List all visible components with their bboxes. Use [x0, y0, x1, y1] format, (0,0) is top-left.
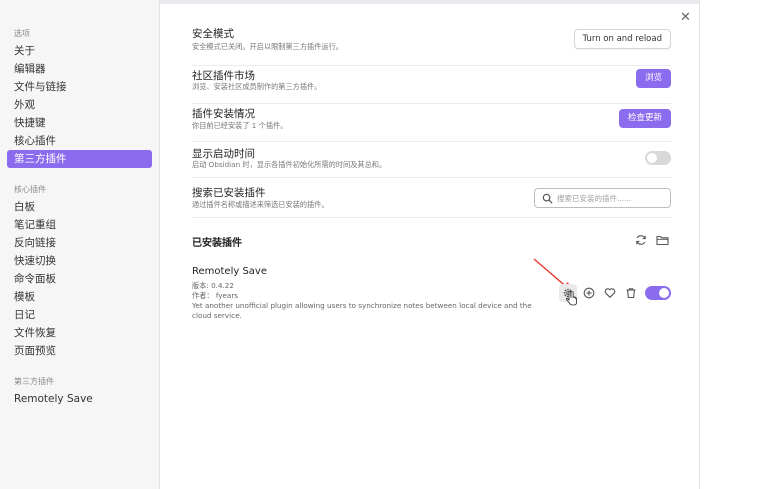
setting-search-installed: 搜索已安装插件 通过插件名称或描述来筛选已安装的插件。: [192, 178, 671, 218]
setting-name: 安全模式: [192, 28, 234, 40]
setting-desc: 启动 Obsidian 时，显示各插件初始化所需的时间及其总和。: [192, 160, 387, 169]
sidebar-item-community-plugins[interactable]: 第三方插件: [7, 150, 152, 168]
plugin-author: 作者： fyears: [192, 291, 239, 300]
plugin-enable-toggle[interactable]: [645, 286, 671, 300]
setting-desc: 你目前已经安装了 1 个插件。: [192, 121, 288, 130]
sidebar-item-templates[interactable]: 模板: [7, 288, 152, 306]
sidebar-item-canvas[interactable]: 白板: [7, 198, 152, 216]
settings-sidebar: 选项 关于 编辑器 文件与链接 外观 快捷键 核心插件 第三方插件 核心插件 白…: [0, 0, 160, 489]
setting-installed: 插件安装情况 你目前已经安装了 1 个插件。 检查更新: [192, 104, 671, 142]
sidebar-item-about[interactable]: 关于: [7, 42, 152, 60]
settings-modal: 选项 关于 编辑器 文件与链接 外观 快捷键 核心插件 第三方插件 核心插件 白…: [0, 0, 700, 489]
sidebar-heading-core: 核心插件: [14, 185, 46, 194]
sidebar-item-file-recovery[interactable]: 文件恢复: [7, 324, 152, 342]
sidebar-item-page-preview[interactable]: 页面预览: [7, 342, 152, 360]
hotkeys-plus-icon[interactable]: [583, 287, 595, 299]
sidebar-item-daily-notes[interactable]: 日记: [7, 306, 152, 324]
check-updates-button[interactable]: 检查更新: [618, 109, 671, 128]
plugin-name: Remotely Save: [192, 266, 268, 277]
setting-name: 搜索已安装插件: [192, 187, 266, 199]
setting-name: 插件安装情况: [192, 108, 255, 120]
installed-plugins-title: 已安装插件: [192, 238, 242, 249]
setting-startup-time: 显示启动时间 启动 Obsidian 时，显示各插件初始化所需的时间及其总和。: [192, 142, 671, 178]
folder-icon[interactable]: [656, 234, 669, 246]
plugin-search-box[interactable]: [534, 188, 671, 208]
sidebar-item-core-plugins[interactable]: 核心插件: [7, 132, 152, 150]
sidebar-item-appearance[interactable]: 外观: [7, 96, 152, 114]
setting-desc: 通过插件名称或描述来筛选已安装的插件。: [192, 200, 329, 209]
reload-icon[interactable]: [635, 234, 647, 246]
sidebar-item-note-composer[interactable]: 笔记重组: [7, 216, 152, 234]
sidebar-item-command-palette[interactable]: 命令面板: [7, 270, 152, 288]
setting-safe-mode: 安全模式 安全模式已关闭。开启以限制第三方插件运行。 Turn on and r…: [192, 26, 671, 66]
setting-name: 显示启动时间: [192, 148, 255, 160]
heart-icon[interactable]: [604, 287, 616, 299]
plugin-version: 版本: 0.4.22: [192, 281, 234, 290]
setting-desc: 安全模式已关闭。开启以限制第三方插件运行。: [192, 42, 343, 51]
startup-time-toggle[interactable]: [645, 151, 671, 165]
search-icon: [542, 193, 553, 204]
setting-desc: 浏览、安装社区成员制作的第三方插件。: [192, 82, 322, 91]
close-icon[interactable]: ✕: [680, 10, 691, 25]
trash-icon[interactable]: [625, 287, 637, 299]
plugin-search-input[interactable]: [557, 191, 667, 205]
plugin-item-remotely-save: Remotely Save 版本: 0.4.22 作者： fyears Yet …: [192, 266, 671, 326]
setting-name: 社区插件市场: [192, 70, 255, 82]
sidebar-item-backlinks[interactable]: 反向链接: [7, 234, 152, 252]
plugin-description: Yet another unofficial plugin allowing u…: [192, 301, 532, 320]
sidebar-item-editor[interactable]: 编辑器: [7, 60, 152, 78]
sidebar-item-files-links[interactable]: 文件与链接: [7, 78, 152, 96]
sidebar-item-quick-switcher[interactable]: 快速切换: [7, 252, 152, 270]
sidebar-heading-third-party: 第三方插件: [14, 377, 54, 386]
sidebar-item-remotely-save[interactable]: Remotely Save: [7, 390, 152, 408]
sidebar-item-hotkeys[interactable]: 快捷键: [7, 114, 152, 132]
turn-on-reload-button[interactable]: Turn on and reload: [573, 29, 671, 49]
browse-button[interactable]: 浏览: [635, 69, 671, 88]
setting-community-market: 社区插件市场 浏览、安装社区成员制作的第三方插件。 浏览: [192, 66, 671, 104]
sidebar-heading-options: 选项: [14, 29, 30, 38]
settings-content: 安全模式 安全模式已关闭。开启以限制第三方插件运行。 Turn on and r…: [161, 0, 700, 489]
mouse-cursor-icon: [566, 291, 577, 306]
